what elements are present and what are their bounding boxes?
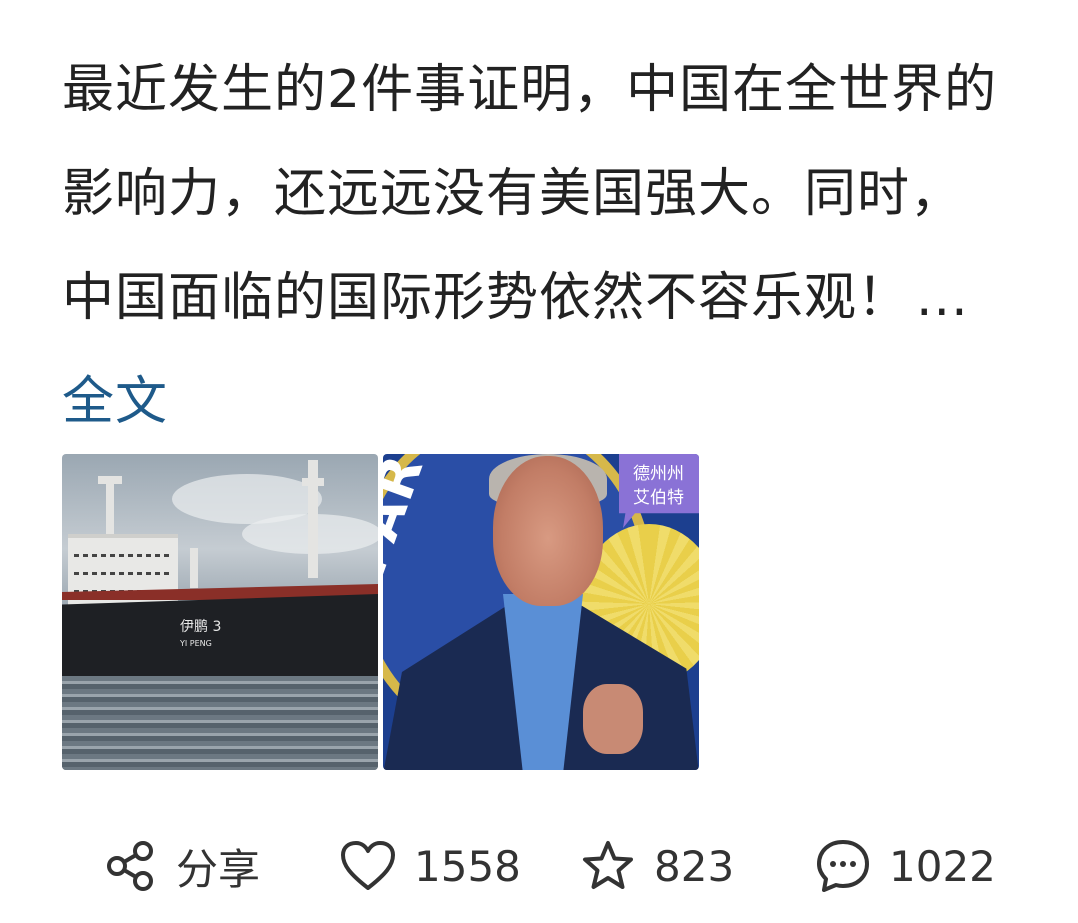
action-bar: 分享 1558 823 1022 — [0, 830, 1078, 902]
caption-bubble-text: 德州州 艾伯特 — [633, 464, 684, 508]
post-text[interactable]: 最近发生的2件事证明，中国在全世界的影响力，还远远没有美国强大。同时，中国面临的… — [62, 38, 1012, 454]
share-button[interactable]: 分享 — [102, 830, 260, 902]
image-gallery: 伊鹏 3 YI PENG DEPAR 德州州 艾伯特 — [62, 454, 699, 770]
speaker-head — [493, 456, 603, 606]
like-count: 1558 — [414, 841, 521, 891]
ellipsis: ... — [916, 268, 969, 328]
heart-icon — [340, 838, 396, 894]
share-label: 分享 — [176, 844, 261, 894]
post-body: 最近发生的2件事证明，中国在全世界的影响力，还远远没有美国强大。同时，中国面临的… — [62, 60, 998, 328]
star-icon — [580, 838, 636, 894]
ship-name-plate: 伊鹏 3 YI PENG — [180, 619, 222, 648]
share-icon — [102, 838, 158, 894]
sea — [62, 676, 378, 770]
comment-button[interactable]: 1022 — [815, 830, 996, 902]
like-button[interactable]: 1558 — [340, 830, 521, 902]
favorite-count: 823 — [654, 841, 735, 891]
cargo-ship-image[interactable]: 伊鹏 3 YI PENG — [62, 454, 378, 770]
favorite-button[interactable]: 823 — [580, 830, 734, 902]
comment-icon — [815, 838, 871, 894]
comment-count: 1022 — [889, 841, 996, 891]
governor-image[interactable]: DEPAR 德州州 艾伯特 — [383, 454, 699, 770]
full-text-link[interactable]: 全文 — [62, 372, 168, 432]
